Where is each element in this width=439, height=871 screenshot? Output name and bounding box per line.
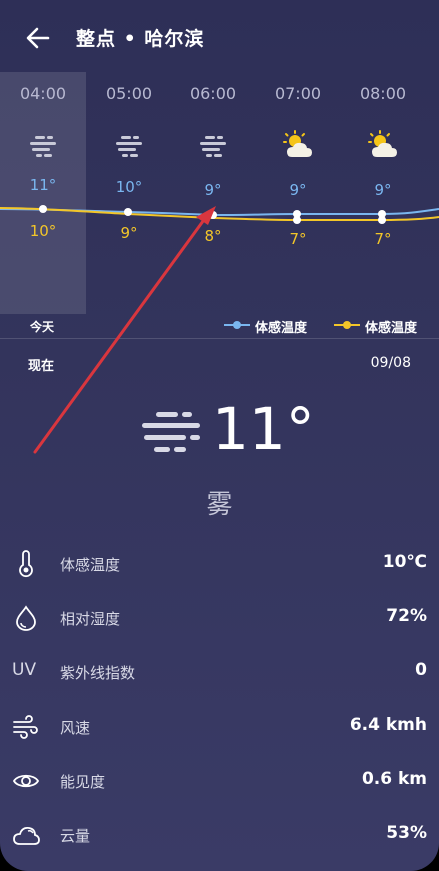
detail-value: 53% bbox=[386, 823, 427, 843]
humidity-drop-icon bbox=[16, 605, 36, 631]
now-label: 现在 bbox=[28, 359, 55, 374]
chart-legend: 今天 体感温度 体感温度 bbox=[0, 314, 439, 338]
legend-feels-label: 体感温度 bbox=[255, 321, 308, 336]
temperature-curves bbox=[0, 205, 439, 224]
back-arrow-icon[interactable] bbox=[22, 22, 54, 54]
detail-value: 0.6 km bbox=[361, 769, 427, 789]
fog-icon bbox=[142, 412, 200, 452]
eye-icon bbox=[12, 774, 40, 788]
detail-label: 能见度 bbox=[60, 773, 106, 791]
wind-icon bbox=[13, 715, 38, 739]
current-temperature: 11° bbox=[212, 395, 315, 463]
legend-temp-label: 体感温度 bbox=[365, 321, 418, 336]
detail-label: 体感温度 bbox=[60, 556, 121, 574]
weather-condition: 雾 bbox=[206, 490, 233, 520]
detail-label: 相对湿度 bbox=[60, 610, 121, 628]
data-point bbox=[124, 208, 132, 216]
today-label: 今天 bbox=[30, 320, 55, 334]
uv-icon: UV bbox=[12, 660, 37, 680]
detail-value: 10℃ bbox=[382, 552, 427, 572]
detail-label: 云量 bbox=[60, 827, 91, 845]
data-point bbox=[39, 205, 47, 213]
detail-label: 紫外线指数 bbox=[60, 664, 136, 682]
detail-value: 6.4 kmh bbox=[349, 715, 427, 735]
detail-row-humidity: 相对湿度 72% bbox=[0, 598, 439, 638]
detail-row-visibility: 能见度 0.6 km bbox=[0, 761, 439, 801]
data-point bbox=[378, 216, 386, 224]
thermometer-icon bbox=[19, 550, 33, 578]
page-title: 整点 • 哈尔滨 bbox=[76, 28, 205, 50]
detail-row-cloud: 云量 53% bbox=[0, 815, 439, 855]
detail-row-feels: 体感温度 10℃ bbox=[0, 544, 439, 584]
legend-blue-marker-icon bbox=[224, 321, 250, 329]
detail-label: 风速 bbox=[60, 719, 91, 737]
detail-value: 0 bbox=[415, 660, 427, 680]
data-point bbox=[293, 216, 301, 224]
legend-yellow-marker-icon bbox=[334, 321, 360, 329]
header: 整点 • 哈尔滨 bbox=[0, 0, 439, 72]
data-point bbox=[209, 211, 217, 219]
current-date: 09/08 bbox=[370, 355, 411, 371]
detail-row-uv: UV 紫外线指数 0 bbox=[0, 652, 439, 692]
cloud-icon bbox=[13, 826, 40, 845]
detail-row-wind: 风速 6.4 kmh bbox=[0, 707, 439, 747]
detail-value: 72% bbox=[386, 606, 427, 626]
weather-hourly-screen: 整点 • 哈尔滨 04:00 11° 10° 05:00 10° 9° 06:0… bbox=[0, 0, 439, 871]
divider bbox=[0, 338, 439, 339]
